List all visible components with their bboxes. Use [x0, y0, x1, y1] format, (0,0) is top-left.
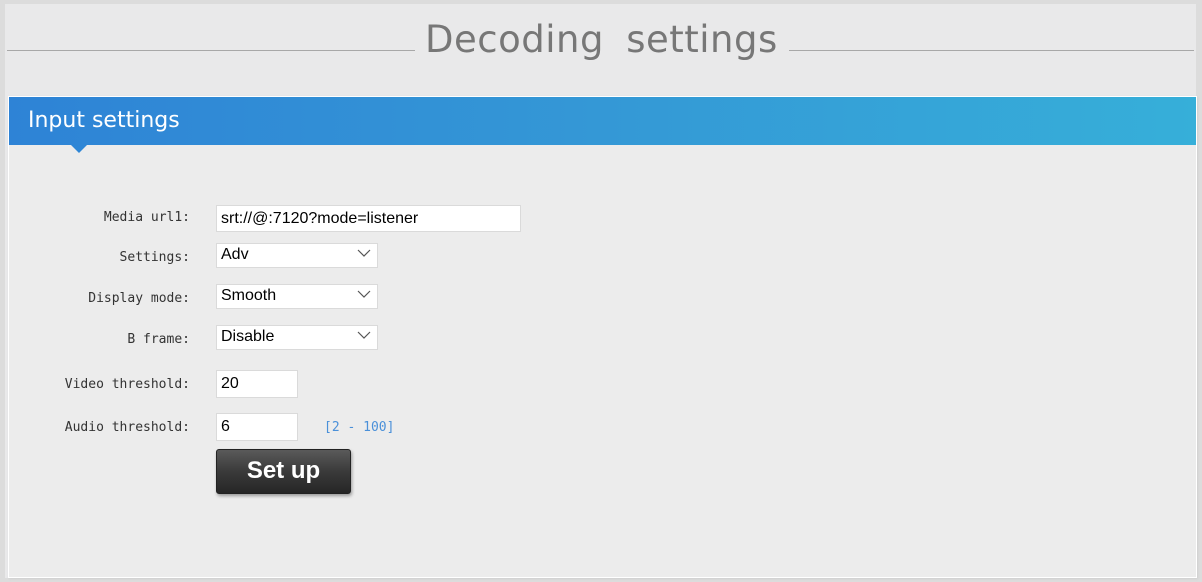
settings-select[interactable]: Adv — [216, 243, 378, 268]
b-frame-label: B frame: — [127, 332, 190, 347]
settings-selected-value: Adv — [221, 246, 249, 263]
media-url-label: Media url1: — [103, 210, 190, 225]
panel-header: Input settings — [9, 97, 1196, 145]
title-divider-right — [789, 50, 1194, 51]
audio-threshold-input[interactable] — [216, 413, 298, 441]
audio-threshold-range-hint: [2 - 100] — [324, 420, 395, 435]
chevron-down-icon — [357, 249, 371, 257]
video-threshold-label: Video threshold: — [64, 377, 190, 392]
display-mode-selected-value: Smooth — [221, 287, 277, 304]
media-url-input[interactable] — [216, 205, 521, 232]
display-mode-label: Display mode: — [88, 291, 190, 306]
page-title: Decoding settings — [425, 18, 778, 61]
chevron-down-icon — [357, 331, 371, 339]
page-title-row: Decoding settings — [7, 4, 1194, 96]
display-mode-select[interactable]: Smooth — [216, 284, 378, 309]
settings-label: Settings: — [119, 250, 190, 265]
video-threshold-input[interactable] — [216, 370, 298, 398]
panel-title: Input settings — [28, 108, 180, 133]
page: Decoding settings Input settings Media u… — [5, 4, 1197, 578]
input-settings-panel: Input settings Media url1: Settings: Adv… — [8, 96, 1197, 578]
title-divider-left — [7, 50, 415, 51]
audio-threshold-label: Audio threshold: — [64, 420, 190, 435]
setup-button[interactable]: Set up — [216, 449, 351, 494]
b-frame-selected-value: Disable — [221, 328, 275, 345]
panel-pointer-icon — [71, 145, 87, 153]
b-frame-select[interactable]: Disable — [216, 325, 378, 350]
chevron-down-icon — [357, 290, 371, 298]
